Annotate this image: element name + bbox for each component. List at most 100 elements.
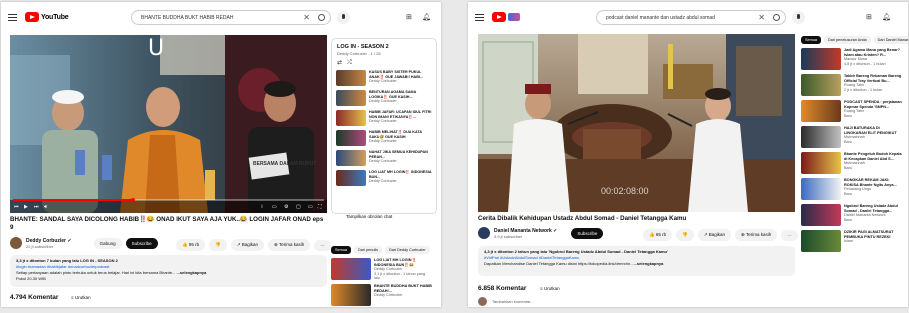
recommendation-item[interactable]: HAJI BATURAKA DI LINGKARAN ELIT PENGIKUT… (801, 126, 902, 148)
shuffle-icon[interactable]: ⤮ (347, 60, 352, 66)
description-box[interactable]: 4,3 jt x ditonton 2 tahun yang lalu 'Ngo… (478, 246, 795, 276)
filter-chips: Semua Dari penulis Dari Deddy Corbuzier (331, 246, 430, 254)
sort-comments-button[interactable]: Urutkan (540, 286, 560, 291)
chip-from-channel[interactable]: Dari Daniel Mananta (873, 36, 908, 44)
recommendation-item[interactable]: Takbir Bareng Rekaman Bareng Official Tr… (801, 74, 902, 96)
thanks-button[interactable]: ⊕ Terima kasih (268, 239, 311, 251)
recommendation-item[interactable]: Ngobrol Bareng Ustadz Abdul Somad - Dani… (801, 204, 902, 226)
comment-count: 6.858 Komentar (478, 285, 527, 292)
loop-icon[interactable]: ⇄ (337, 60, 342, 66)
search-input[interactable]: BHANTE BUDDHA BUKT HABIB REDAH ✕ (131, 10, 331, 25)
playlist-thumbnail (336, 150, 366, 166)
thanks-button[interactable]: ⊕ Terima kasih (735, 229, 778, 241)
chip-from-search[interactable]: Dari penelusuran Anda (824, 36, 871, 44)
video-timestamp: 00:02:08:00 (601, 186, 649, 196)
playlist-title[interactable]: LOG IN - SEASON 2 (337, 44, 431, 50)
top-bar: podcast daniel manante dan ustadz abdul … (468, 2, 908, 32)
voice-search-icon[interactable] (792, 11, 805, 24)
channel-row: Daniel Mananta Network ✓ 3,9 jt subscrib… (478, 227, 604, 239)
dislike-button[interactable]: 👎 (676, 229, 694, 241)
play-icon[interactable]: ▶ (24, 204, 28, 210)
channel-name[interactable]: Daniel Mananta Network ✓ (494, 228, 557, 234)
subscribe-button[interactable]: Subscribe (571, 227, 604, 239)
youtube-logo[interactable] (492, 12, 520, 22)
youtube-play-icon (492, 12, 506, 22)
like-button[interactable]: 👍 65 rb (643, 229, 673, 241)
playlist-thumbnail (336, 170, 366, 186)
chip-from-author[interactable]: Dari penulis (354, 246, 383, 254)
dislike-button[interactable]: 👎 (209, 239, 227, 251)
notifications-icon[interactable]: 🔔︎ (422, 13, 431, 21)
playlist-thumbnail (336, 130, 366, 146)
recommendation-thumbnail (801, 48, 841, 70)
playlist-item[interactable]: NAHAT JIKA SEMUA KEHIDUPAN PERAN... Deddy… (336, 150, 432, 166)
volume-icon[interactable]: 🔊︎ (44, 204, 47, 210)
show-chat-button[interactable]: Tampilkan obrolan chat (346, 214, 392, 219)
settings-icon[interactable]: ⚙ (284, 204, 288, 210)
recommendation-item[interactable]: Jadi Agama Mana yang Benar? Islam atau K… (801, 48, 902, 70)
search-query: podcast daniel manante dan ustadz abdul … (606, 15, 715, 21)
recommendation-item[interactable]: BONGKAR REKAM JAKI: ROKISA Bhante Ngitu … (801, 178, 902, 200)
playlist-item[interactable]: LOG LIAT MH LOGIN‼️ INDONESIA BUN... Dedd… (336, 170, 432, 186)
voice-search-icon[interactable] (337, 11, 350, 24)
add-comment-input[interactable]: Tambahkan komentar... (492, 299, 534, 304)
search-icon[interactable] (318, 14, 325, 21)
video-player[interactable]: 00:02:08:00 (478, 34, 795, 212)
more-button[interactable]: ··· (314, 239, 331, 251)
video-frame: 00:02:08:00 (478, 34, 795, 212)
channel-info: Deddy Corbuzier ✓ 22 jt subscriber (26, 238, 72, 249)
recommendation-thumbnail (801, 74, 841, 96)
channel-name[interactable]: Deddy Corbuzier ✓ (26, 238, 72, 244)
recommendation-item[interactable]: Bhante Pengeluh Bodoh Kepala di Kecapkan… (801, 152, 902, 174)
show-more-link[interactable]: ...selengkapnya (634, 261, 664, 266)
show-more-link[interactable]: ...selengkapnya (177, 270, 207, 275)
clear-search-icon[interactable]: ✕ (303, 13, 310, 22)
create-icon[interactable]: ⊞ (406, 13, 412, 21)
more-button[interactable]: ··· (781, 229, 798, 241)
notifications-icon[interactable]: 🔔︎ (882, 13, 891, 21)
playlist-item[interactable]: KASUS BABY SISTER PUKUL ANAK‼️ GUE JAWAB… (336, 70, 432, 86)
recommendation-thumbnail (801, 126, 841, 148)
description-box[interactable]: 3,3 jt x ditonton 7 bulan yang lalu LOG … (10, 255, 327, 287)
join-button[interactable]: Gabung (93, 237, 122, 249)
playlist-item[interactable]: BENTURAN AGAMA SAMA LOGIKA‼️ GUE KASIH..… (336, 90, 432, 106)
menu-icon[interactable] (8, 14, 17, 21)
create-icon[interactable]: ⊞ (866, 13, 872, 21)
recommendation-item[interactable]: BHANTE BUDDHA BUKT HABIB REDAH!... Deddy … (331, 284, 432, 306)
share-button[interactable]: ↗ Bagikan (697, 229, 732, 241)
chip-all[interactable]: Semua (331, 246, 352, 254)
channel-avatar[interactable] (478, 227, 490, 239)
playlist-item[interactable]: HABIB JAFAR: UCAPAN IDUL FITRI NON IMAN!… (336, 110, 432, 126)
fullscreen-icon[interactable]: ⛶ (318, 204, 322, 210)
previous-icon[interactable]: ⏮ (14, 204, 19, 210)
filter-chips: Semua Dari penelusuran Anda Dari Daniel … (801, 36, 908, 44)
playlist-item[interactable]: HABIB MELIHAT‼️ DUA KATA SAKU🤣 GUE KASIH… (336, 130, 432, 146)
chip-all[interactable]: Semua (801, 36, 822, 44)
miniplayer-icon[interactable]: ▢ (296, 204, 301, 210)
next-icon[interactable]: ⏭ (34, 204, 39, 210)
recommendation-item[interactable]: LOG LIAT MH LOGIN‼️ INDONESIA BUN‼️😂 Dedd… (331, 258, 432, 280)
recommendation-item[interactable]: DZIKIR PAGI ALMATSURAT PEMBUKA PINTU REZ… (801, 230, 902, 252)
video-player[interactable]: U BERSAMA DALAM RUKUT ⏮ ▶ ⏭ 🔊︎ ⏽ ▭ ⚙ ▢ ▭… (10, 35, 327, 213)
extra-logo-icon (508, 13, 520, 21)
clear-search-icon[interactable]: ✕ (758, 13, 765, 22)
like-button[interactable]: 👍 95 rb (176, 239, 206, 251)
channel-avatar[interactable] (10, 237, 22, 249)
chip-from-channel[interactable]: Dari Deddy Corbuzier (385, 246, 430, 254)
recommendation-item[interactable]: PODCAST SPENDA : perjalanan Kopmar Spend… (801, 100, 902, 122)
autoplay-toggle[interactable]: ⏽ (260, 204, 264, 210)
comment-count: 4.794 Komentar (10, 294, 59, 301)
playlist-controls: ⇄ ⤮ (337, 59, 431, 67)
theater-icon[interactable]: ▭ (308, 204, 313, 210)
share-button[interactable]: ↗ Bagikan (230, 239, 265, 251)
subscribe-button[interactable]: Subscribe (125, 237, 158, 249)
menu-icon[interactable] (475, 14, 484, 21)
search-icon[interactable] (773, 14, 780, 21)
subtitles-icon[interactable]: ▭ (272, 204, 277, 210)
recommendation-thumbnail (331, 258, 371, 280)
description-extra: Pukul 20.30 WIB (16, 276, 46, 281)
sort-comments-button[interactable]: Urutkan (71, 295, 91, 300)
recommendation-thumbnail (801, 204, 841, 226)
search-input[interactable]: podcast daniel manante dan ustadz abdul … (596, 10, 786, 25)
youtube-logo[interactable]: YouTube (25, 12, 69, 22)
